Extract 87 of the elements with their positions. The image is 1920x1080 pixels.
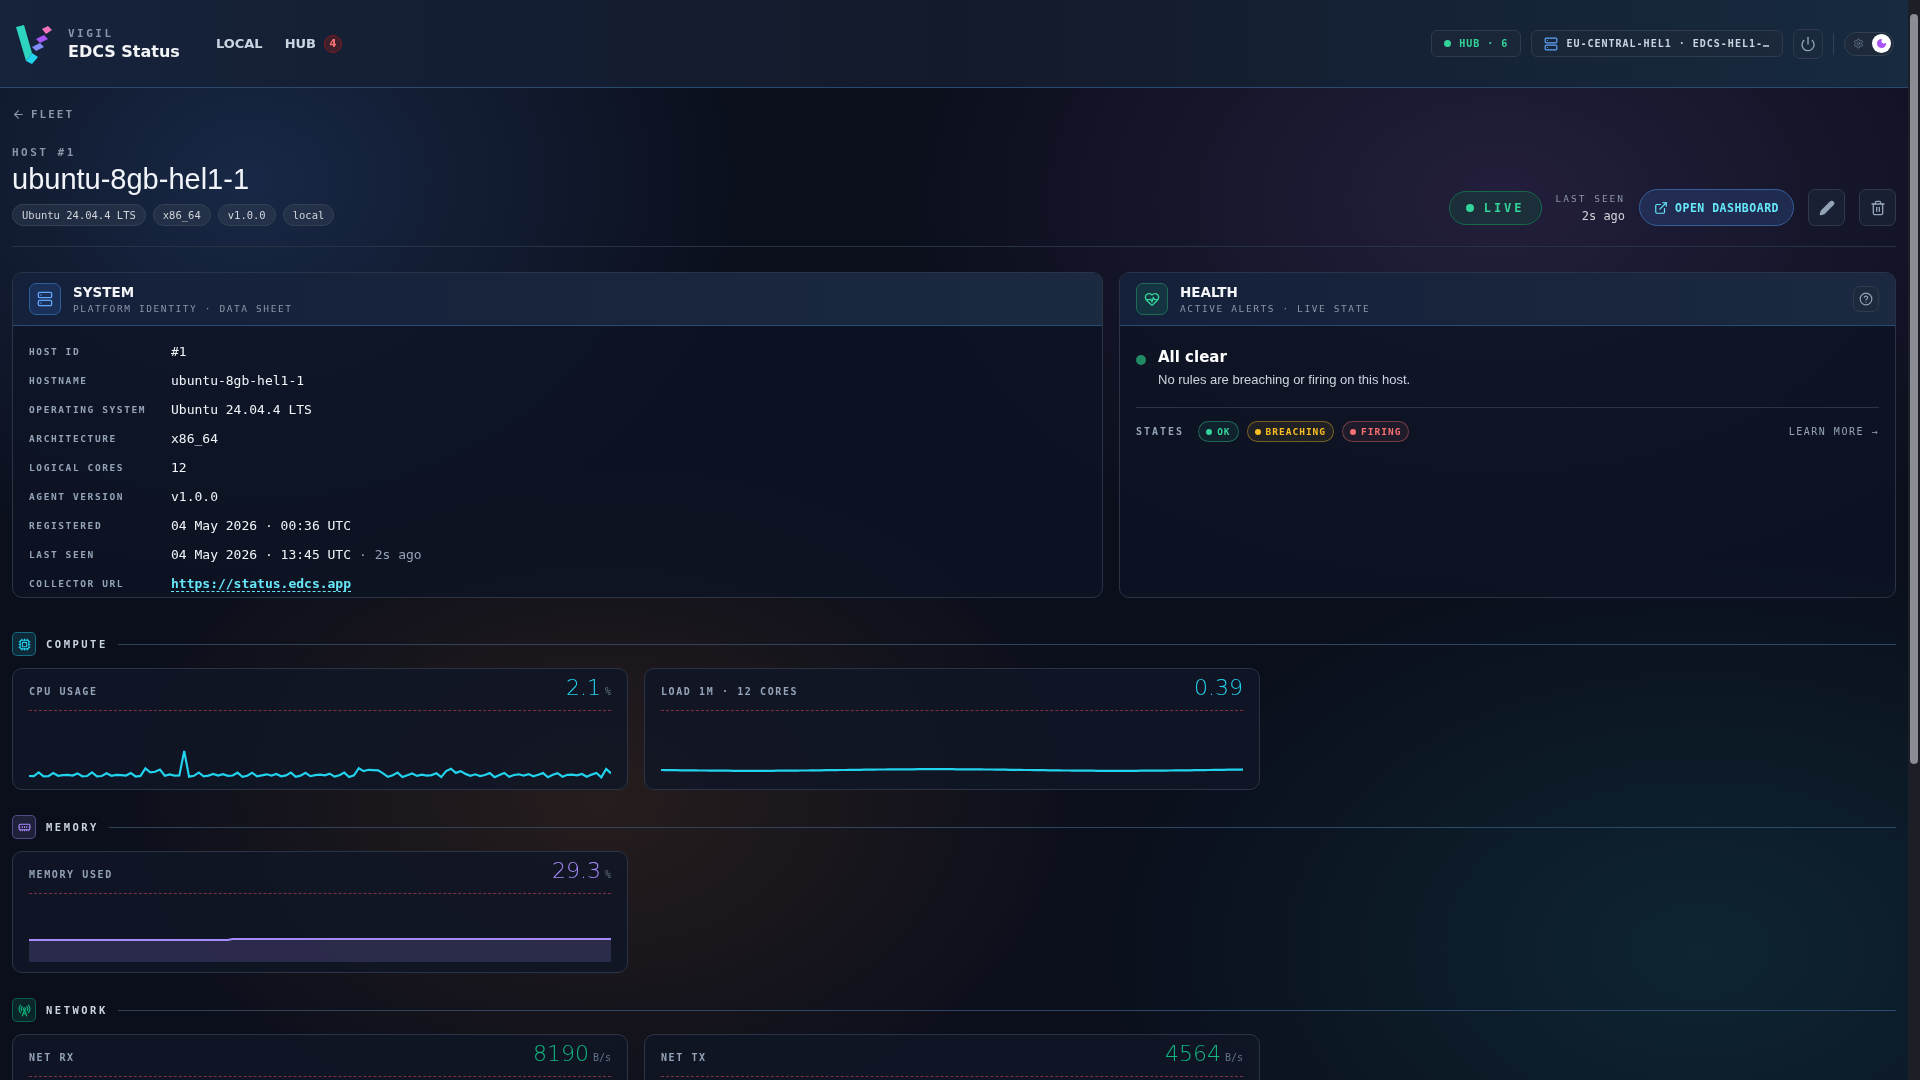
metric-unit: B/s bbox=[592, 1052, 611, 1063]
field-label: LAST SEEN bbox=[29, 548, 96, 562]
gear-icon bbox=[1853, 38, 1864, 49]
theme-toggle[interactable] bbox=[1844, 31, 1894, 56]
field-value: 04 May 2026 · 13:45 UTC bbox=[171, 547, 351, 562]
external-link-icon bbox=[1654, 200, 1669, 215]
metric-unit: % bbox=[604, 869, 611, 880]
field-label: HOST ID bbox=[29, 345, 82, 359]
last-seen-value: 2s ago bbox=[1581, 208, 1626, 223]
delete-button[interactable] bbox=[1859, 189, 1896, 226]
card-title: SYSTEM bbox=[73, 284, 136, 300]
app-title: EDCS Status bbox=[68, 41, 180, 61]
metric-value: 4564 bbox=[1164, 1041, 1221, 1066]
section-title: NETWORK bbox=[46, 1004, 108, 1016]
field-label: OPERATING SYSTEM bbox=[29, 403, 148, 417]
antenna-icon bbox=[12, 998, 36, 1022]
pencil-icon bbox=[1818, 199, 1835, 216]
field-value: Ubuntu 24.04.4 LTS bbox=[171, 402, 312, 417]
heart-pulse-icon bbox=[1136, 283, 1168, 315]
server-selector[interactable]: EU-CENTRAL-HEL1 · EDCS-HEL1-… bbox=[1531, 30, 1783, 57]
logo-icon bbox=[14, 22, 54, 65]
collector-link[interactable]: https://status.edcs.app bbox=[171, 575, 351, 592]
section-title: MEMORY bbox=[46, 821, 99, 833]
metric-value: 0.39 bbox=[1194, 675, 1243, 700]
states-label: STATES bbox=[1136, 426, 1185, 437]
learn-more-link[interactable]: LEARN MORE → bbox=[1788, 426, 1879, 437]
cpu-chip-icon bbox=[12, 632, 36, 656]
card-subtitle: ACTIVE ALERTS · LIVE STATE bbox=[1180, 303, 1371, 314]
field-label: ARCHITECTURE bbox=[29, 432, 118, 446]
field-value: #1 bbox=[171, 344, 187, 359]
metric-value: 29.3 bbox=[552, 858, 601, 883]
host-tag: Ubuntu 24.04.4 LTS bbox=[12, 204, 146, 226]
card-title: HEALTH bbox=[1180, 284, 1239, 300]
state-chip: OK bbox=[1198, 421, 1239, 442]
trash-icon bbox=[1869, 199, 1886, 216]
host-eyebrow: HOST #1 bbox=[12, 146, 77, 159]
help-icon bbox=[1859, 292, 1873, 306]
field-label: AGENT VERSION bbox=[29, 490, 126, 504]
status-title: All clear bbox=[1158, 348, 1228, 366]
scrollbar[interactable] bbox=[1908, 0, 1920, 1080]
hub-status-pill[interactable]: HUB · 6 bbox=[1431, 30, 1522, 57]
field-label: COLLECTOR URL bbox=[29, 577, 126, 591]
host-tag: x86_64 bbox=[152, 204, 211, 226]
field-label: REGISTERED bbox=[29, 519, 104, 533]
last-seen-label: LAST SEEN bbox=[1555, 192, 1626, 204]
field-value: x86_64 bbox=[171, 431, 218, 446]
metric-label: NET TX bbox=[661, 1052, 707, 1063]
field-value: 12 bbox=[171, 460, 187, 475]
host-tag: local bbox=[282, 204, 335, 226]
metric-unit: B/s bbox=[1224, 1052, 1243, 1063]
nav-link[interactable]: LOCAL bbox=[215, 36, 263, 51]
metric-unit: % bbox=[604, 686, 611, 697]
relative-time: · 2s ago bbox=[359, 547, 422, 562]
metric-label: LOAD 1M · 12 CORES bbox=[661, 686, 799, 697]
card-subtitle: PLATFORM IDENTITY · DATA SHEET bbox=[73, 303, 293, 314]
host-tag: v1.0.0 bbox=[217, 204, 276, 226]
field-label: LOGICAL CORES bbox=[29, 461, 126, 475]
status-message: No rules are breaching or firing on this host. bbox=[1158, 372, 1411, 387]
power-icon bbox=[1800, 35, 1816, 52]
host-name: ubuntu-8gb-hel1-1 bbox=[12, 163, 250, 196]
open-dashboard-button[interactable]: OPEN DASHBOARD bbox=[1639, 189, 1794, 226]
field-value: v1.0.0 bbox=[171, 489, 218, 504]
memory-stick-icon bbox=[12, 815, 36, 839]
section-title: COMPUTE bbox=[46, 638, 108, 650]
count-badge: 4 bbox=[324, 34, 342, 53]
server-icon bbox=[1544, 36, 1559, 51]
metric-label: MEMORY USED bbox=[29, 869, 113, 880]
status-dot bbox=[1136, 355, 1146, 365]
help-button[interactable] bbox=[1853, 286, 1879, 312]
field-value: 04 May 2026 · 00:36 UTC bbox=[171, 518, 351, 533]
brand-eyebrow: VIGIL bbox=[68, 26, 115, 40]
edit-button[interactable] bbox=[1808, 189, 1845, 226]
state-chip: BREACHING bbox=[1246, 421, 1335, 442]
field-label: HOSTNAME bbox=[29, 374, 89, 388]
nav-link[interactable]: HUB 4 bbox=[284, 34, 342, 53]
metric-value: 2.1 bbox=[565, 675, 601, 700]
field-value: ubuntu-8gb-hel1-1 bbox=[171, 373, 305, 388]
back-link[interactable]: FLEET bbox=[12, 108, 75, 121]
moon-icon bbox=[1876, 38, 1887, 49]
arrow-left-icon bbox=[12, 108, 25, 121]
server-icon bbox=[29, 283, 61, 315]
metric-label: NET RX bbox=[29, 1052, 75, 1063]
state-chip: FIRING bbox=[1342, 421, 1410, 442]
live-status: LIVE bbox=[1448, 190, 1542, 225]
metric-label: CPU USAGE bbox=[29, 686, 98, 697]
metric-value: 8190 bbox=[532, 1041, 589, 1066]
power-button[interactable] bbox=[1793, 28, 1823, 59]
